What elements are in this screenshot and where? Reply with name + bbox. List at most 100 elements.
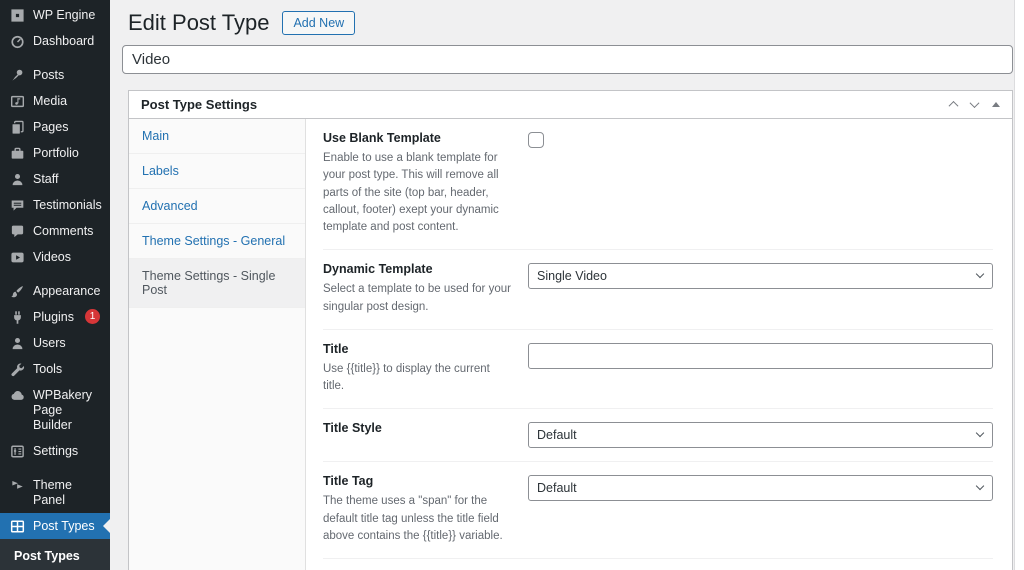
- setting-description: Enable to use a blank template for your …: [323, 152, 499, 233]
- current-item-arrow: [96, 519, 110, 533]
- title-input[interactable]: [528, 342, 993, 369]
- sidebar-item-label: Plugins: [33, 310, 74, 324]
- sidebar-item-label: Theme Panel: [33, 478, 72, 507]
- use-blank-template-checkbox[interactable]: [528, 132, 544, 148]
- sidebar-item-videos[interactable]: Videos: [0, 244, 110, 270]
- menu-separator: [0, 54, 110, 62]
- sidebar-item-users[interactable]: Users: [0, 330, 110, 356]
- sidebar-item-dashboard[interactable]: Dashboard: [0, 28, 110, 54]
- paintbrush-icon: [9, 283, 26, 299]
- setting-label: Title: [323, 341, 349, 356]
- sidebar-item-theme-panel[interactable]: Theme Panel: [0, 472, 110, 513]
- sidebar-item-label: Appearance: [33, 284, 101, 298]
- sidebar-item-label: Users: [33, 336, 66, 350]
- settings-tabs: Main Labels Advanced Theme Settings - Ge…: [129, 119, 306, 570]
- sidebar-item-plugins[interactable]: Plugins 1: [0, 304, 110, 330]
- panel-header: Post Type Settings: [129, 91, 1012, 119]
- tab-advanced[interactable]: Advanced: [129, 189, 305, 224]
- sidebar-item-label: Staff: [33, 172, 59, 186]
- page-title: Edit Post Type: [128, 10, 270, 35]
- panel-handle-actions: [948, 98, 1000, 111]
- sidebar-item-label: Settings: [33, 444, 79, 458]
- setting-row-title-tag: Title Tag The theme uses a "span" for th…: [323, 462, 993, 559]
- setting-label: Title Tag: [323, 474, 374, 489]
- sidebar-item-label: Media: [33, 94, 68, 108]
- sidebar-item-tools[interactable]: Tools: [0, 356, 110, 382]
- pushpin-icon: [9, 67, 26, 83]
- media-icon: [9, 93, 26, 109]
- person-icon: [9, 171, 26, 187]
- title-style-select[interactable]: Default: [528, 422, 993, 449]
- sidebar-item-appearance[interactable]: Appearance: [0, 278, 110, 304]
- sidebar-item-wpbakery[interactable]: WPBakery Page Builder: [0, 382, 110, 438]
- sidebar-item-portfolio[interactable]: Portfolio: [0, 140, 110, 166]
- sidebar-item-label: WP Engine: [33, 8, 96, 22]
- menu-separator: [0, 464, 110, 472]
- post-types-submenu: Post Types Taxonomies: [0, 539, 110, 570]
- wpengine-logo-icon: [9, 7, 26, 23]
- admin-sidebar: WP Engine Dashboard Posts Media Pages Po…: [0, 0, 110, 570]
- portfolio-icon: [9, 145, 26, 161]
- setting-description: Use {{title}} to display the current tit…: [323, 362, 490, 392]
- sidebar-item-post-types[interactable]: Post Types: [0, 513, 110, 539]
- sidebar-item-staff[interactable]: Staff: [0, 166, 110, 192]
- move-up-icon[interactable]: [948, 100, 959, 111]
- cloud-icon: [9, 387, 26, 403]
- plugins-update-badge: 1: [85, 309, 100, 324]
- pages-icon: [9, 119, 26, 135]
- setting-row-title: Title Use {{title}} to display the curre…: [323, 330, 993, 410]
- post-type-settings-panel: Post Type Settings Main Labels Advanced …: [128, 90, 1013, 570]
- tab-main[interactable]: Main: [129, 119, 305, 154]
- sidebar-item-label: Videos: [33, 250, 71, 264]
- setting-row-layout: Layout Default: [323, 559, 993, 570]
- scrollbar[interactable]: [1014, 0, 1024, 570]
- panel-title: Post Type Settings: [141, 97, 258, 112]
- collapse-panel-icon[interactable]: [992, 102, 1000, 107]
- video-icon: [9, 249, 26, 265]
- sidebar-item-label: Comments: [33, 224, 94, 238]
- sidebar-item-testimonials[interactable]: Testimonials: [0, 192, 110, 218]
- sidebar-item-comments[interactable]: Comments: [0, 218, 110, 244]
- setting-row-use-blank-template: Use Blank Template Enable to use a blank…: [323, 119, 993, 251]
- title-tag-select[interactable]: Default: [528, 475, 993, 502]
- tab-labels[interactable]: Labels: [129, 154, 305, 189]
- theme-panel-icon: [9, 477, 26, 493]
- setting-description: Select a template to be used for your si…: [323, 283, 511, 313]
- sidebar-item-settings[interactable]: Settings: [0, 438, 110, 464]
- submenu-item-post-types[interactable]: Post Types: [0, 544, 110, 568]
- settings-form: Use Blank Template Enable to use a blank…: [306, 119, 1012, 570]
- move-down-icon[interactable]: [969, 98, 980, 109]
- setting-label: Use Blank Template: [323, 131, 441, 145]
- setting-label: Title Style: [323, 421, 382, 436]
- add-new-button[interactable]: Add New: [282, 11, 356, 35]
- sidebar-item-wp-engine[interactable]: WP Engine: [0, 2, 110, 28]
- page-header: Edit Post Type Add New: [122, 0, 1003, 36]
- setting-description: The theme uses a "span" for the default …: [323, 495, 503, 542]
- settings-icon: [9, 443, 26, 459]
- wrench-icon: [9, 361, 26, 377]
- person-icon: [9, 335, 26, 351]
- dynamic-template-select[interactable]: Single Video: [528, 263, 993, 290]
- setting-label: Dynamic Template: [323, 262, 433, 277]
- sidebar-item-posts[interactable]: Posts: [0, 62, 110, 88]
- menu-separator: [0, 270, 110, 278]
- tab-theme-settings-single-post[interactable]: Theme Settings - Single Post: [129, 259, 305, 308]
- post-type-name-input[interactable]: [122, 45, 1013, 74]
- comment-icon: [9, 223, 26, 239]
- sidebar-item-label: Pages: [33, 120, 69, 134]
- grid-icon: [9, 518, 26, 534]
- sidebar-item-label: Post Types: [33, 519, 95, 533]
- setting-row-dynamic-template: Dynamic Template Select a template to be…: [323, 250, 993, 330]
- main-content: Edit Post Type Add New Post Type Setting…: [110, 0, 1014, 570]
- plugin-icon: [9, 309, 26, 325]
- sidebar-item-label: Dashboard: [33, 34, 95, 48]
- panel-body: Main Labels Advanced Theme Settings - Ge…: [129, 119, 1012, 570]
- sidebar-item-label: Posts: [33, 68, 65, 82]
- sidebar-item-media[interactable]: Media: [0, 88, 110, 114]
- sidebar-item-pages[interactable]: Pages: [0, 114, 110, 140]
- sidebar-item-label: Tools: [33, 362, 63, 376]
- tab-theme-settings-general[interactable]: Theme Settings - General: [129, 224, 305, 259]
- sidebar-item-label: WPBakery Page Builder: [33, 388, 93, 432]
- dashboard-icon: [9, 33, 26, 49]
- sidebar-item-label: Portfolio: [33, 146, 79, 160]
